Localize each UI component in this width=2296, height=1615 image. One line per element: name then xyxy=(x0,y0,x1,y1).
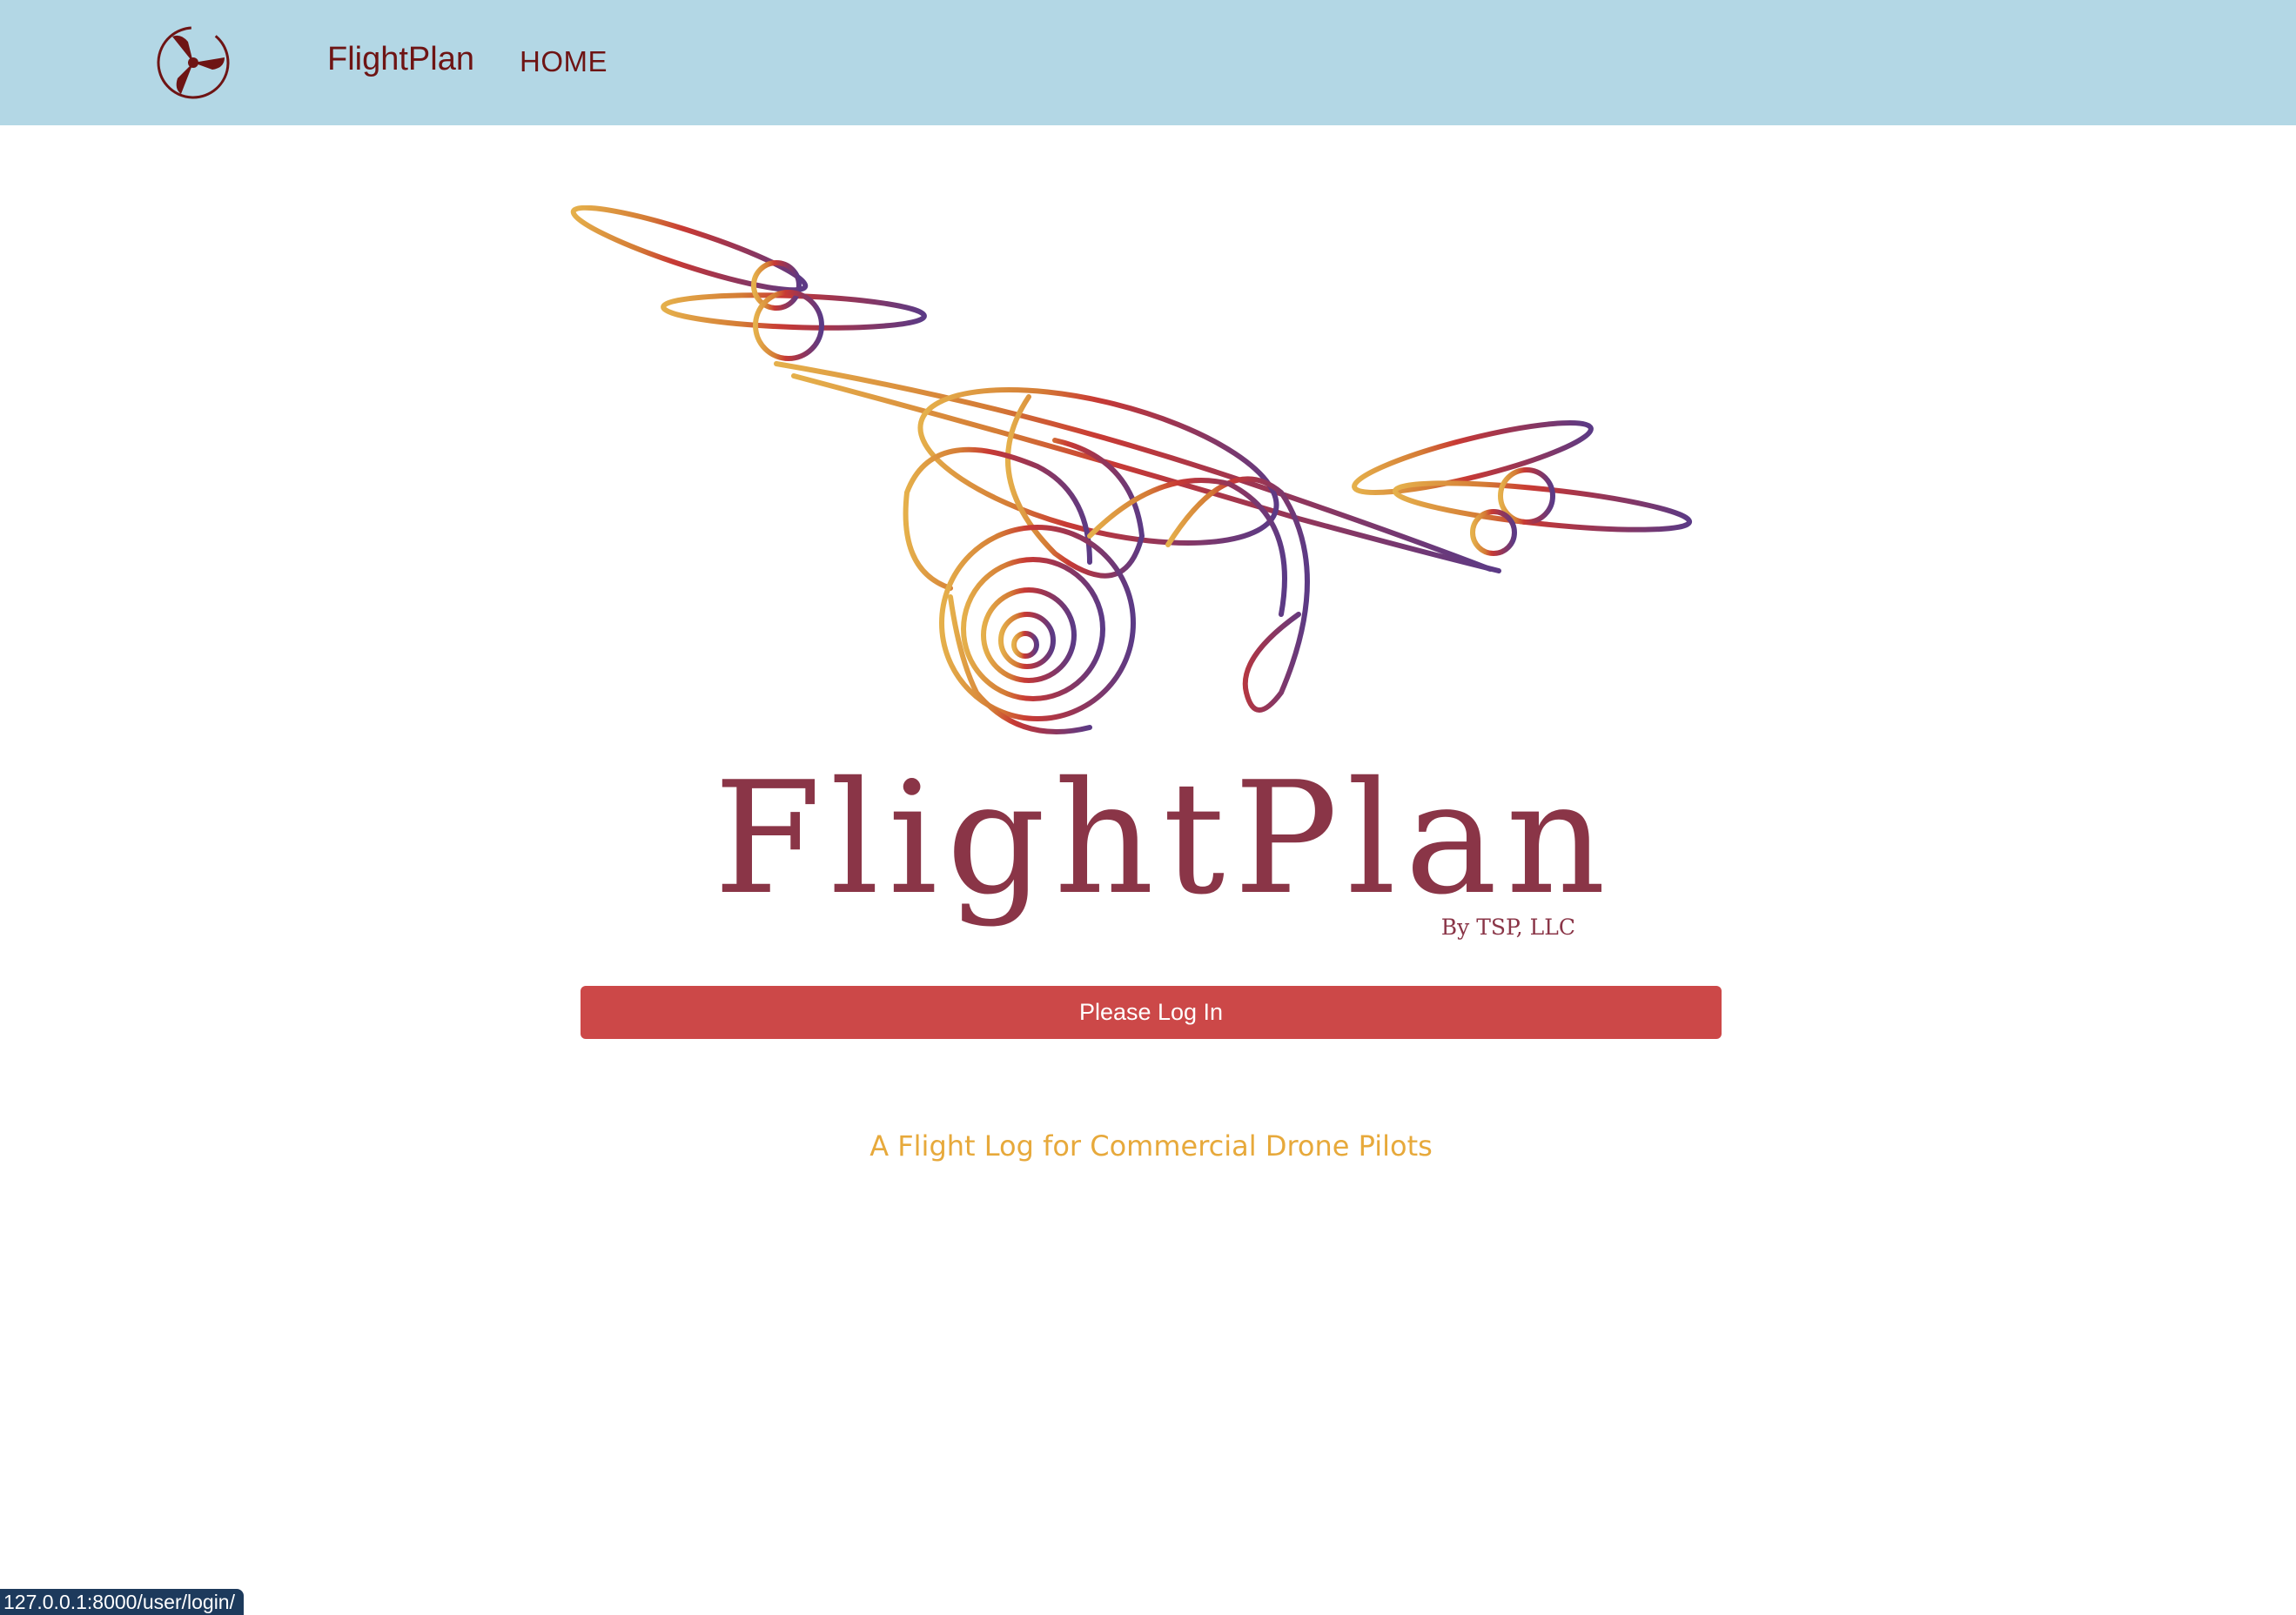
hero-title: FlightPlan xyxy=(714,748,1615,928)
brand-link[interactable]: FlightPlan xyxy=(327,35,474,84)
login-button[interactable]: Please Log In xyxy=(581,986,1722,1039)
nav-link-home[interactable]: HOME xyxy=(520,40,608,84)
drone-line-art-icon xyxy=(570,205,1693,734)
tagline: A Flight Log for Commercial Drone Pilots xyxy=(869,1129,1433,1163)
hero-byline: By TSP, LLC xyxy=(1440,915,1575,940)
navbar: FlightPlan HOME xyxy=(0,0,2296,125)
page: FlightPlan HOME FlightPlan By TSP, LLC P… xyxy=(0,0,2296,1615)
propeller-icon[interactable] xyxy=(155,24,232,101)
status-bar-url: 127.0.0.1:8000/user/login/ xyxy=(0,1589,244,1615)
